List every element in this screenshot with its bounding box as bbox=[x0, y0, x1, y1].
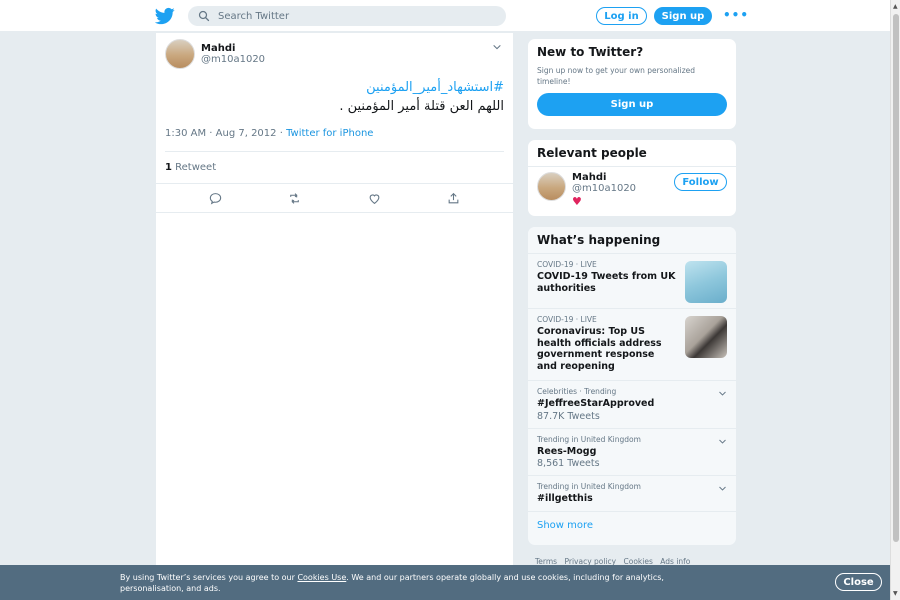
tweet-meta: 1:30 AM · Aug 7, 2012 · Twitter for iPho… bbox=[165, 128, 504, 139]
retweet-icon[interactable] bbox=[288, 192, 301, 205]
tweet-author[interactable]: Mahdi @m10a1020 bbox=[201, 43, 265, 65]
scrollbar-thumb[interactable] bbox=[893, 14, 899, 542]
tweet-body: اللهم العن قتلة أمير المؤمنين . bbox=[339, 99, 504, 114]
tweet-source-link[interactable]: Twitter for iPhone bbox=[286, 128, 373, 139]
show-more-link[interactable]: Show more bbox=[528, 512, 736, 539]
trend-title: COVID-19 Tweets from UK authorities bbox=[537, 271, 676, 294]
person-item[interactable]: Mahdi @m10a1020 ♥ Follow bbox=[528, 167, 736, 213]
tweet-detail-column: Mahdi @m10a1020 #استشهاد_أمير_المؤمنين ا… bbox=[155, 33, 514, 600]
trend-item[interactable]: COVID-19 · LIVE COVID-19 Tweets from UK … bbox=[528, 254, 736, 309]
trend-item[interactable]: COVID-19 · LIVE Coronavirus: Top US heal… bbox=[528, 309, 736, 381]
close-cookie-button[interactable]: Close bbox=[835, 573, 882, 591]
card-title: Relevant people bbox=[537, 146, 647, 160]
tweet-stats[interactable]: 1 Retweet bbox=[165, 152, 504, 183]
news-photo-image bbox=[685, 316, 727, 358]
trend-title: #illgetthis bbox=[537, 493, 593, 504]
trend-category: Trending in United Kingdom bbox=[537, 434, 641, 444]
display-name[interactable]: Mahdi bbox=[201, 43, 265, 54]
card-header: What’s happening bbox=[528, 227, 736, 254]
trend-tweet-count: 87.7K Tweets bbox=[537, 410, 600, 422]
meta-separator: · bbox=[276, 128, 287, 139]
card-title: New to Twitter? bbox=[537, 45, 644, 59]
search-box[interactable] bbox=[188, 6, 506, 26]
scroll-down-arrow-icon[interactable]: ▼ bbox=[893, 590, 898, 597]
trend-item[interactable]: Trending in United Kingdom #illgetthis bbox=[528, 476, 736, 512]
page-scrollbar[interactable]: ▲ ▼ bbox=[890, 0, 900, 600]
chevron-down-icon[interactable] bbox=[718, 437, 727, 446]
sidebar-signup-button[interactable]: Sign up bbox=[537, 93, 727, 116]
cookie-notice-text: By using Twitter’s services you agree to… bbox=[120, 572, 730, 594]
twitter-bird-icon[interactable] bbox=[155, 6, 175, 26]
heart-icon: ♥ bbox=[572, 195, 582, 208]
cookie-text-before: By using Twitter’s services you agree to… bbox=[120, 573, 298, 582]
share-icon[interactable] bbox=[447, 192, 460, 205]
chevron-down-icon[interactable] bbox=[492, 42, 502, 52]
trend-category: Celebrities · Trending bbox=[537, 387, 617, 396]
search-icon bbox=[198, 10, 210, 22]
chevron-down-icon[interactable] bbox=[718, 484, 727, 493]
tweet-header: Mahdi @m10a1020 bbox=[165, 38, 504, 70]
login-button[interactable]: Log in bbox=[596, 7, 647, 25]
hashtag-link[interactable]: #استشهاد_أمير_المؤمنين bbox=[165, 78, 504, 97]
chevron-down-icon[interactable] bbox=[718, 389, 727, 398]
card-title: What’s happening bbox=[537, 233, 661, 247]
trend-item[interactable]: Celebrities · Trending #JeffreeStarAppro… bbox=[528, 381, 736, 429]
display-name[interactable]: Mahdi bbox=[572, 172, 636, 183]
whats-happening-card: What’s happening COVID-19 · LIVE COVID-1… bbox=[527, 226, 737, 546]
tweet: Mahdi @m10a1020 #استشهاد_أمير_المؤمنين ا… bbox=[156, 33, 513, 213]
card-header: Relevant people bbox=[528, 140, 736, 167]
trend-tweet-count: 8,561 Tweets bbox=[537, 458, 600, 469]
trend-title: Rees-Mogg bbox=[537, 445, 597, 457]
avatar[interactable] bbox=[537, 172, 566, 201]
reply-icon[interactable] bbox=[209, 192, 222, 205]
trend-title: Coronavirus: Top US health officials add… bbox=[537, 326, 662, 372]
user-handle[interactable]: @m10a1020 bbox=[201, 54, 265, 65]
retweet-label: Retweet bbox=[175, 162, 217, 173]
trend-category: Trending in United Kingdom bbox=[537, 482, 641, 491]
tweet-actions bbox=[156, 183, 513, 213]
user-handle[interactable]: @m10a1020 bbox=[572, 183, 636, 194]
avatar[interactable] bbox=[165, 39, 195, 69]
trend-item[interactable]: Trending in United Kingdom Rees-Mogg 8,5… bbox=[528, 429, 736, 476]
tweet-timestamp[interactable]: 1:30 AM · Aug 7, 2012 bbox=[165, 128, 277, 139]
trend-title: #JeffreeStarApproved bbox=[537, 398, 655, 409]
like-icon[interactable] bbox=[368, 192, 381, 205]
signup-button[interactable]: Sign up bbox=[654, 7, 712, 25]
more-options-icon[interactable]: ••• bbox=[723, 8, 749, 22]
cookies-use-link[interactable]: Cookies Use bbox=[297, 573, 346, 582]
relevant-people-card: Relevant people Mahdi @m10a1020 ♥ Follow bbox=[527, 139, 737, 217]
card-subtitle: Sign up now to get your own personalized… bbox=[537, 66, 696, 86]
top-navigation-bar: Log in Sign up ••• bbox=[0, 0, 890, 32]
follow-button[interactable]: Follow bbox=[674, 173, 727, 191]
person-names[interactable]: Mahdi @m10a1020 ♥ bbox=[572, 172, 636, 208]
cookie-banner: By using Twitter’s services you agree to… bbox=[0, 565, 890, 600]
scroll-up-arrow-icon[interactable]: ▲ bbox=[893, 3, 898, 10]
tweet-text: #استشهاد_أمير_المؤمنين اللهم العن قتلة أ… bbox=[165, 78, 504, 116]
retweet-count: 1 bbox=[165, 162, 172, 173]
face-mask-image bbox=[685, 261, 727, 303]
search-input[interactable] bbox=[218, 10, 478, 22]
new-to-twitter-card: New to Twitter? Sign up now to get your … bbox=[527, 38, 737, 130]
